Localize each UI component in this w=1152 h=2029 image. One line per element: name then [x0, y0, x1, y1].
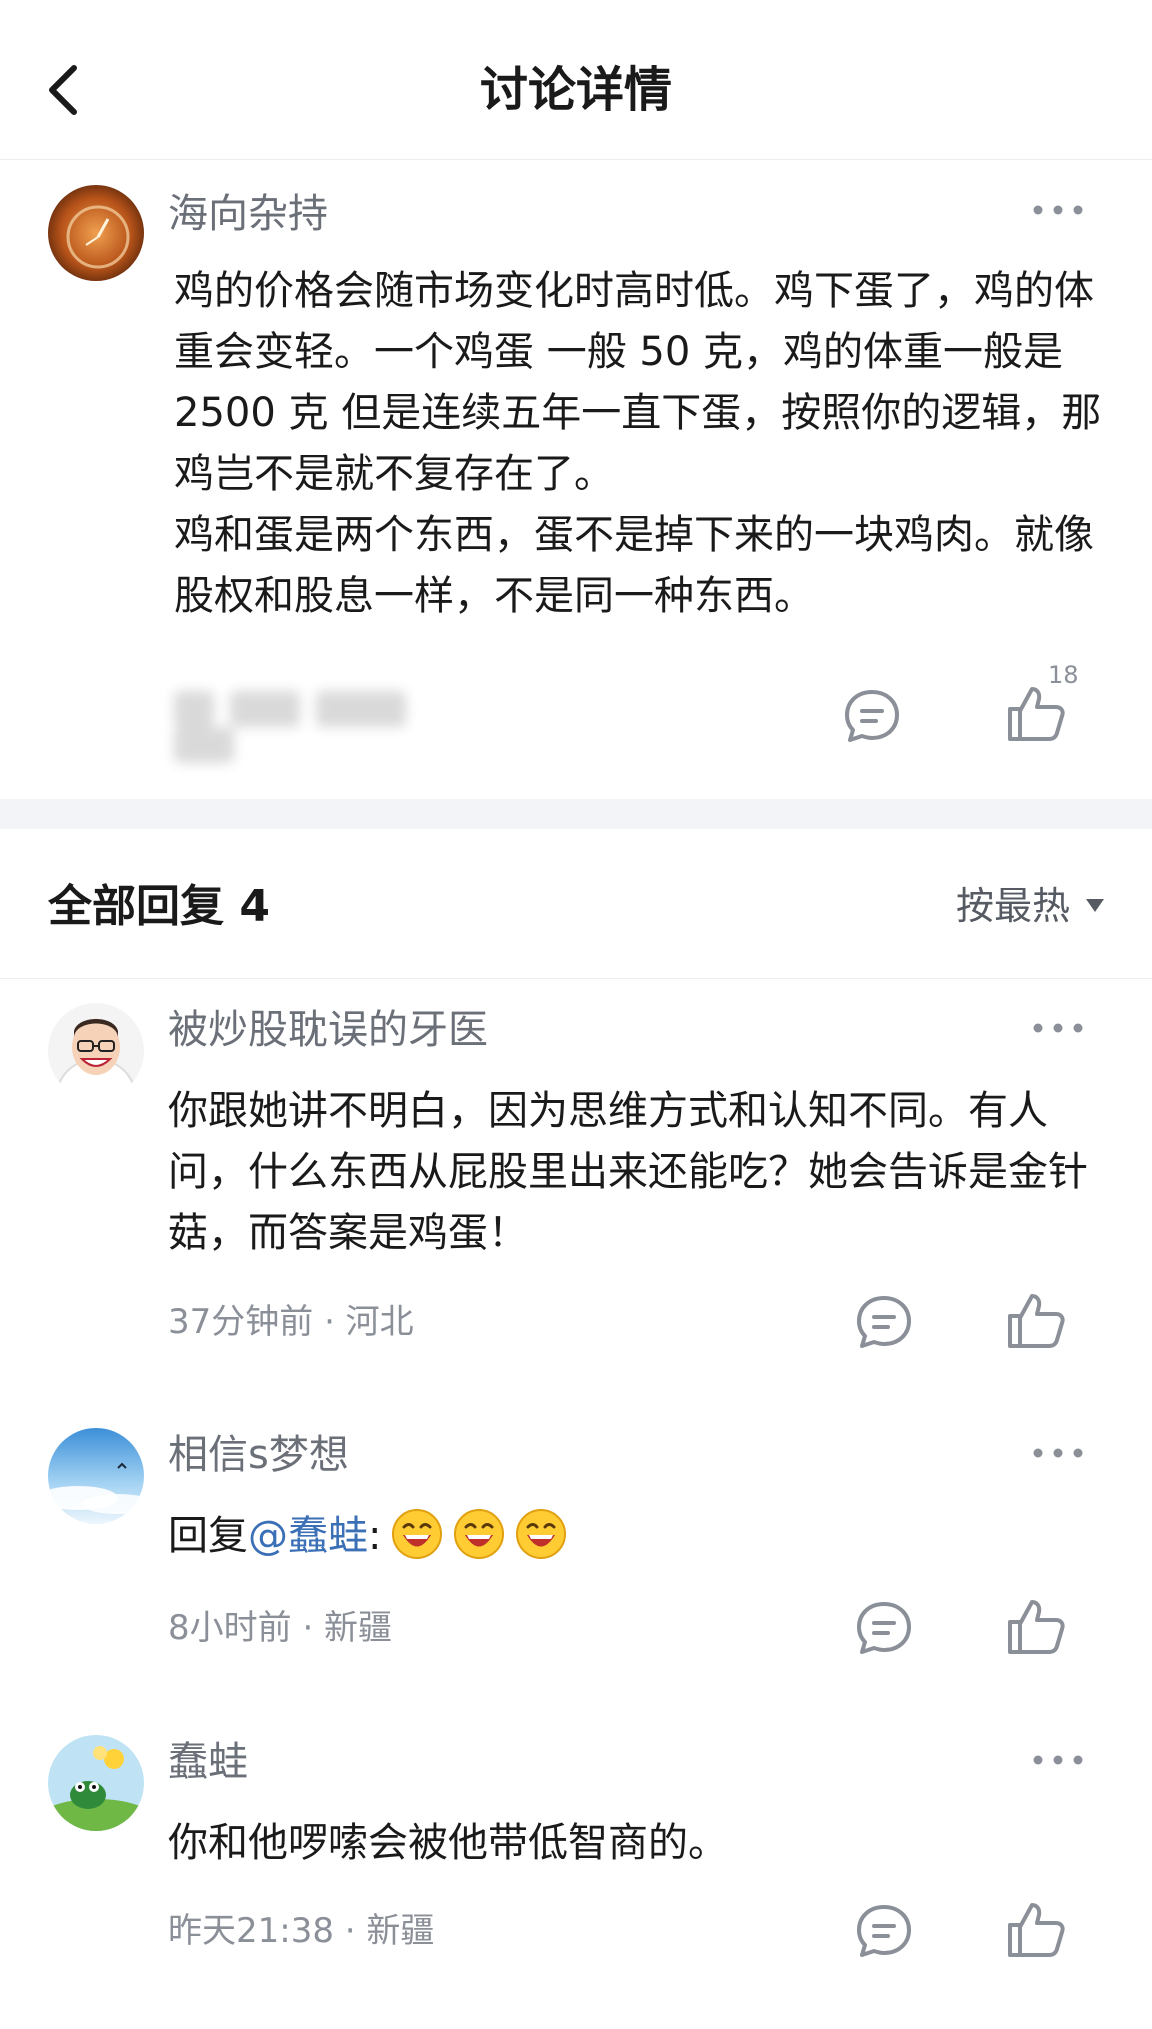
thumbs-up-icon	[1008, 687, 1065, 741]
avatar[interactable]	[48, 1428, 144, 1524]
main-post: 海向杂持 鸡的价格会随市场变化时高时低。鸡下蛋了，鸡的体重会变轻。一个鸡蛋 一般…	[0, 161, 1152, 799]
comment-bubble-icon	[857, 1905, 911, 1957]
laughing-emoji-icon	[454, 1509, 505, 1559]
avatar[interactable]	[48, 1003, 144, 1099]
like-button[interactable]	[1004, 1897, 1068, 1961]
sort-label: 按最热	[955, 884, 1070, 928]
comment-button[interactable]	[840, 684, 904, 748]
caret-down-icon	[1086, 899, 1104, 912]
more-dots-icon	[1033, 1023, 1083, 1033]
comment-button[interactable]	[852, 1899, 916, 1963]
more-options-button[interactable]	[1028, 1745, 1088, 1775]
comment-bubble-icon	[857, 1296, 911, 1348]
like-button[interactable]	[1004, 1594, 1068, 1658]
avatar[interactable]	[48, 185, 144, 281]
reply-colon: :	[368, 1513, 382, 1559]
comment-button[interactable]	[852, 1596, 916, 1660]
comment-meta: 37分钟前 · 河北	[168, 1302, 414, 1342]
like-count: 18	[1048, 661, 1079, 689]
thumbs-up-icon	[1008, 1903, 1065, 1957]
like-button[interactable]	[1004, 1288, 1068, 1352]
more-options-button[interactable]	[1028, 1438, 1088, 1468]
post-body: 鸡的价格会随市场变化时高时低。鸡下蛋了，鸡的体重会变轻。一个鸡蛋 一般 50 克…	[174, 261, 1114, 627]
comment-text: 你和他啰嗦会被他带低智商的。	[168, 1820, 728, 1866]
thumbs-up-icon	[1008, 1294, 1065, 1348]
comment-meta: 8小时前 · 新疆	[168, 1608, 393, 1648]
post-paragraph: 鸡和蛋是两个东西，蛋不是掉下来的一块鸡肉。就像股权和股息一样，不是同一种东西。	[174, 512, 1094, 619]
comment-button[interactable]	[852, 1290, 916, 1354]
sort-dropdown[interactable]: 按最热	[956, 881, 1104, 931]
comment-item: 被炒股耽误的牙医 你跟她讲不明白，因为思维方式和认知不同。有人问，什么东西从屁股…	[0, 1003, 1152, 1348]
comment-text: 你跟她讲不明白，因为思维方式和认知不同。有人问，什么东西从屁股里出来还能吃？她会…	[168, 1088, 1088, 1256]
replies-title: 全部回复 4	[48, 881, 270, 932]
like-button[interactable]	[1004, 681, 1068, 745]
page-title: 讨论详情	[479, 62, 672, 118]
mention-link[interactable]: @蠢蛙	[248, 1513, 368, 1559]
comment-item: 相信s梦想 回复@蠢蛙: 8小时前 · 新疆	[0, 1428, 1152, 1668]
reply-prefix: 回复	[168, 1513, 248, 1559]
comment-text: 回复@蠢蛙:	[168, 1506, 1108, 1567]
post-author-name[interactable]: 海向杂持	[168, 189, 328, 239]
comment-bubble-icon	[845, 690, 899, 742]
comment-author-name[interactable]: 相信s梦想	[168, 1430, 349, 1480]
avatar[interactable]	[48, 1735, 144, 1831]
comment-meta: 昨天21:38 · 新疆	[168, 1911, 435, 1951]
section-divider	[0, 799, 1152, 829]
comment-author-name[interactable]: 被炒股耽误的牙医	[168, 1005, 488, 1055]
replies-header: 全部回复 4 按最热	[0, 829, 1152, 979]
comment-bubble-icon	[857, 1602, 911, 1654]
post-meta-obscured	[174, 691, 494, 763]
thumbs-up-icon	[1008, 1600, 1065, 1654]
more-dots-icon	[1033, 1755, 1083, 1765]
more-dots-icon	[1033, 1448, 1083, 1458]
comment-author-name[interactable]: 蠢蛙	[168, 1737, 248, 1787]
post-paragraph: 鸡的价格会随市场变化时高时低。鸡下蛋了，鸡的体重会变轻。一个鸡蛋 一般 50 克…	[174, 268, 1102, 497]
more-dots-icon	[1033, 205, 1083, 215]
more-options-button[interactable]	[1028, 195, 1088, 225]
more-options-button[interactable]	[1028, 1013, 1088, 1043]
laughing-emoji-icon	[516, 1509, 567, 1559]
comment-item: 蠢蛙 你和他啰嗦会被他带低智商的。 昨天21:38 · 新疆	[0, 1735, 1152, 1975]
top-bar: 讨论详情	[0, 0, 1152, 160]
laughing-emoji-icon	[392, 1509, 443, 1559]
